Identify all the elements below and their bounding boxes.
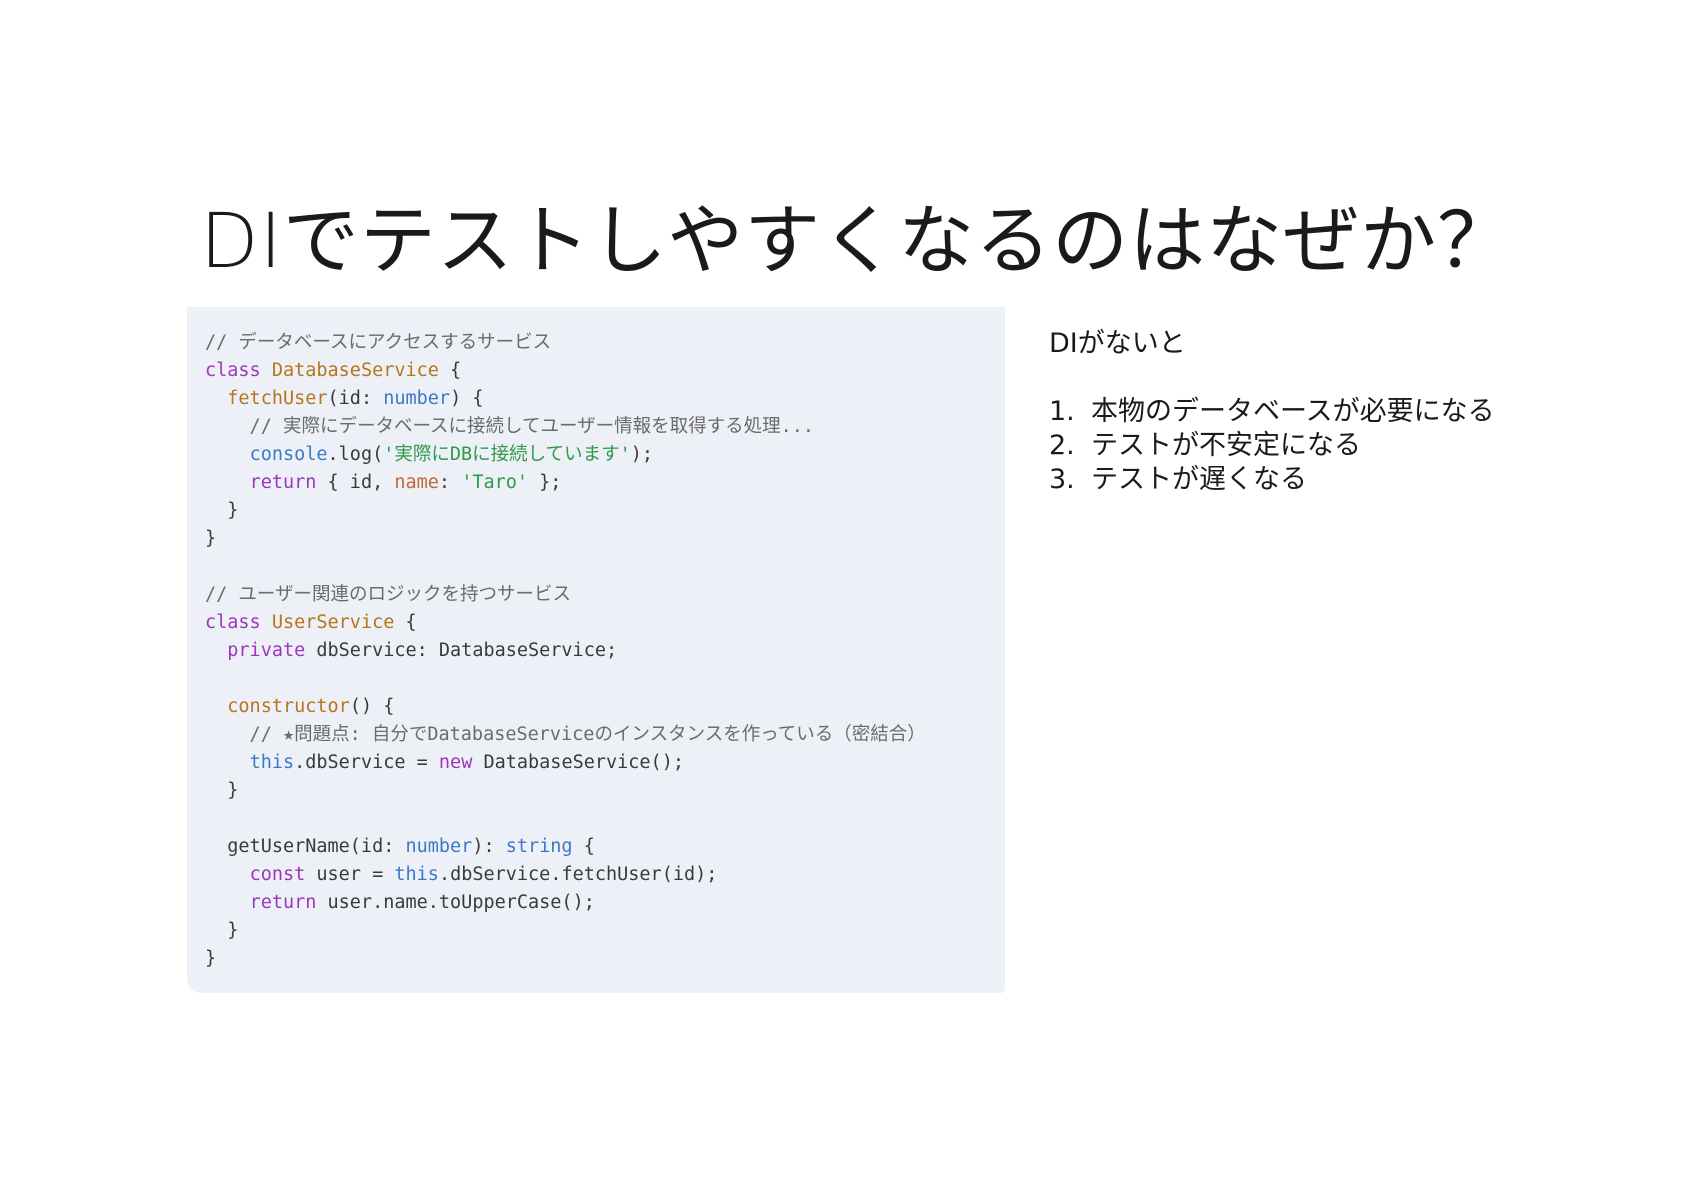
code-token: dbService: DatabaseService; (305, 640, 618, 661)
code-token: // ★問題点: 自分でDatabaseServiceのインスタンスを作っている… (205, 724, 926, 745)
code-line: return { id, name: 'Taro' }; (205, 469, 1005, 497)
code-token: 'Taro' (461, 472, 529, 493)
reason-number: 2. (1049, 430, 1075, 461)
code-token: private (227, 640, 306, 661)
code-token: name (394, 472, 439, 493)
reason-item-1: 1. 本物のデータベースが必要になる (1049, 395, 1495, 429)
code-token: console (249, 444, 328, 465)
reason-item-2: 2. テストが不安定になる (1049, 429, 1495, 463)
reason-number: 1. (1049, 396, 1075, 427)
code-token: user = (305, 864, 395, 885)
code-token: class (205, 360, 261, 381)
reason-text: 本物のデータベースが必要になる (1091, 396, 1495, 427)
code-token: return (249, 472, 317, 493)
code-line: console.log('実際にDBに接続しています'); (205, 441, 1005, 469)
code-token: DatabaseService(); (472, 752, 684, 773)
code-token: } (205, 500, 239, 521)
code-line: } (205, 945, 1005, 973)
code-token: getUserName(id: (205, 836, 406, 857)
code-token: ): (472, 836, 506, 857)
code-token: DatabaseService (271, 360, 439, 381)
code-line: } (205, 917, 1005, 945)
code-token: .log( (327, 444, 384, 465)
code-line: this.dbService = new DatabaseService(); (205, 749, 1005, 777)
code-line: getUserName(id: number): string { (205, 833, 1005, 861)
code-token: { id, (316, 472, 395, 493)
code-token: this (394, 864, 439, 885)
notes-intro: DIがないと (1049, 328, 1186, 359)
code-line: class UserService { (205, 609, 1005, 637)
code-token: new (438, 752, 473, 773)
code-line: } (205, 497, 1005, 525)
code-token: }; (528, 472, 562, 493)
code-line: // 実際にデータベースに接続してユーザー情報を取得する処理... (205, 413, 1005, 441)
code-token: (id: (327, 388, 384, 409)
code-token: UserService (271, 612, 395, 633)
code-token: } (205, 920, 239, 941)
code-token: string (505, 836, 573, 857)
code-token: () { (349, 696, 395, 717)
code-token: { (438, 360, 462, 381)
reasons-list: 1. 本物のデータベースが必要になる 2. テストが不安定になる 3. テストが… (1049, 395, 1495, 497)
code-token: .dbService = (294, 752, 439, 773)
reason-item-3: 3. テストが遅くなる (1049, 463, 1495, 497)
code-line: // ★問題点: 自分でDatabaseServiceのインスタンスを作っている… (205, 721, 1005, 749)
code-line: class DatabaseService { (205, 357, 1005, 385)
code-token: number (405, 836, 473, 857)
code-line: fetchUser(id: number) { (205, 385, 1005, 413)
code-line: // データベースにアクセスするサービス (205, 329, 1005, 357)
code-line: } (205, 777, 1005, 805)
code-line: constructor() { (205, 693, 1005, 721)
code-token: : (438, 472, 462, 493)
reason-text: テストが遅くなる (1091, 464, 1307, 495)
code-token: ) { (450, 388, 484, 409)
code-token: } (205, 780, 239, 801)
code-token: return (249, 892, 317, 913)
reason-number: 3. (1049, 464, 1075, 495)
code-token: const (249, 864, 306, 885)
code-token: } (205, 948, 217, 969)
code-token: class (205, 612, 261, 633)
notes-panel: DIがないと 1. 本物のデータベースが必要になる 2. テストが不安定になる … (1049, 327, 1495, 497)
code-token: // データベースにアクセスするサービス (205, 332, 552, 353)
code-token: user.name.toUpperCase(); (316, 892, 595, 913)
code-token: { (394, 612, 417, 633)
code-line: // ユーザー関連のロジックを持つサービス (205, 581, 1005, 609)
code-token: } (205, 528, 217, 549)
reason-text: テストが不安定になる (1091, 430, 1361, 461)
code-token: fetchUser (227, 388, 328, 409)
code-line: private dbService: DatabaseService; (205, 637, 1005, 665)
code-block: // データベースにアクセスするサービス class DatabaseServic… (187, 307, 1005, 993)
code-token: // ユーザー関連のロジックを持つサービス (205, 584, 572, 605)
slide-title: DIでテストしやすくなるのはなぜか？ (200, 196, 1515, 285)
code-token: // 実際にデータベースに接続してユーザー情報を取得する処理... (205, 416, 815, 437)
code-token: '実際にDBに接続しています' (383, 444, 631, 465)
code-token: constructor (227, 696, 350, 717)
code-line: } (205, 525, 1005, 553)
code-token: this (249, 752, 295, 773)
code-line: return user.name.toUpperCase(); (205, 889, 1005, 917)
code-token: .dbService.fetchUser(id); (438, 864, 718, 885)
code-line: const user = this.dbService.fetchUser(id… (205, 861, 1005, 889)
code-token: { (572, 836, 595, 857)
code-token: ); (630, 444, 654, 465)
code-token: number (383, 388, 451, 409)
